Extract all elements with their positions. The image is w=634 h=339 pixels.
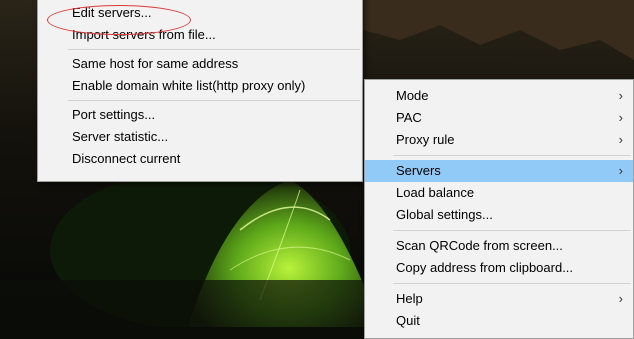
menu-item-label: Servers [396, 163, 441, 178]
menu-item-mode[interactable]: Mode › [365, 85, 633, 107]
menu-item-import-servers[interactable]: Import servers from file... [38, 24, 362, 46]
menu-item-label: Mode [396, 88, 429, 103]
menu-item-port-settings[interactable]: Port settings... [38, 104, 362, 126]
menu-item-label: Proxy rule [396, 132, 455, 147]
menu-item-server-statistic[interactable]: Server statistic... [38, 126, 362, 148]
menu-item-pac[interactable]: PAC › [365, 107, 633, 129]
menu-item-label: Scan QRCode from screen... [396, 238, 563, 253]
menu-item-quit[interactable]: Quit [365, 310, 633, 332]
menu-item-label: Copy address from clipboard... [396, 260, 574, 275]
menu-item-label: Port settings... [72, 107, 156, 122]
menu-item-label: Disconnect current [72, 151, 181, 166]
menu-item-same-host[interactable]: Same host for same address [38, 53, 362, 75]
tray-context-menu: Mode › PAC › Proxy rule › Servers › Load bal… [364, 79, 634, 339]
menu-item-load-balance[interactable]: Load balance [365, 182, 633, 204]
chevron-right-icon: › [618, 291, 623, 306]
menu-item-help[interactable]: Help › [365, 288, 633, 310]
chevron-right-icon: › [618, 88, 623, 103]
chevron-right-icon: › [618, 163, 623, 178]
menu-separator [393, 230, 631, 231]
menu-item-label: Edit servers... [72, 5, 152, 20]
menu-item-domain-white-list[interactable]: Enable domain white list(http proxy only… [38, 75, 362, 97]
chevron-right-icon: › [618, 132, 623, 147]
servers-submenu: Edit servers... Import servers from file… [37, 0, 363, 182]
menu-item-disconnect-current[interactable]: Disconnect current [38, 148, 362, 170]
menu-item-scan-qrcode[interactable]: Scan QRCode from screen... [365, 235, 633, 257]
menu-item-label: Enable domain white list(http proxy only… [72, 78, 306, 93]
menu-item-servers[interactable]: Servers › [365, 160, 633, 182]
menu-item-label: Load balance [396, 185, 475, 200]
menu-item-edit-servers[interactable]: Edit servers... [38, 2, 362, 24]
menu-separator [393, 283, 631, 284]
menu-item-label: Import servers from file... [72, 27, 216, 42]
menu-item-label: Global settings... [396, 207, 493, 222]
menu-separator [393, 155, 631, 156]
chevron-right-icon: › [618, 110, 623, 125]
menu-item-label: PAC [396, 110, 422, 125]
menu-separator [68, 100, 360, 101]
menu-item-label: Same host for same address [72, 56, 239, 71]
menu-separator [68, 49, 360, 50]
menu-item-label: Server statistic... [72, 129, 169, 144]
menu-item-global-settings[interactable]: Global settings... [365, 204, 633, 226]
menu-item-label: Quit [396, 313, 420, 328]
menu-item-copy-address[interactable]: Copy address from clipboard... [365, 257, 633, 279]
menu-item-label: Help [396, 291, 423, 306]
menu-item-proxy-rule[interactable]: Proxy rule › [365, 129, 633, 151]
